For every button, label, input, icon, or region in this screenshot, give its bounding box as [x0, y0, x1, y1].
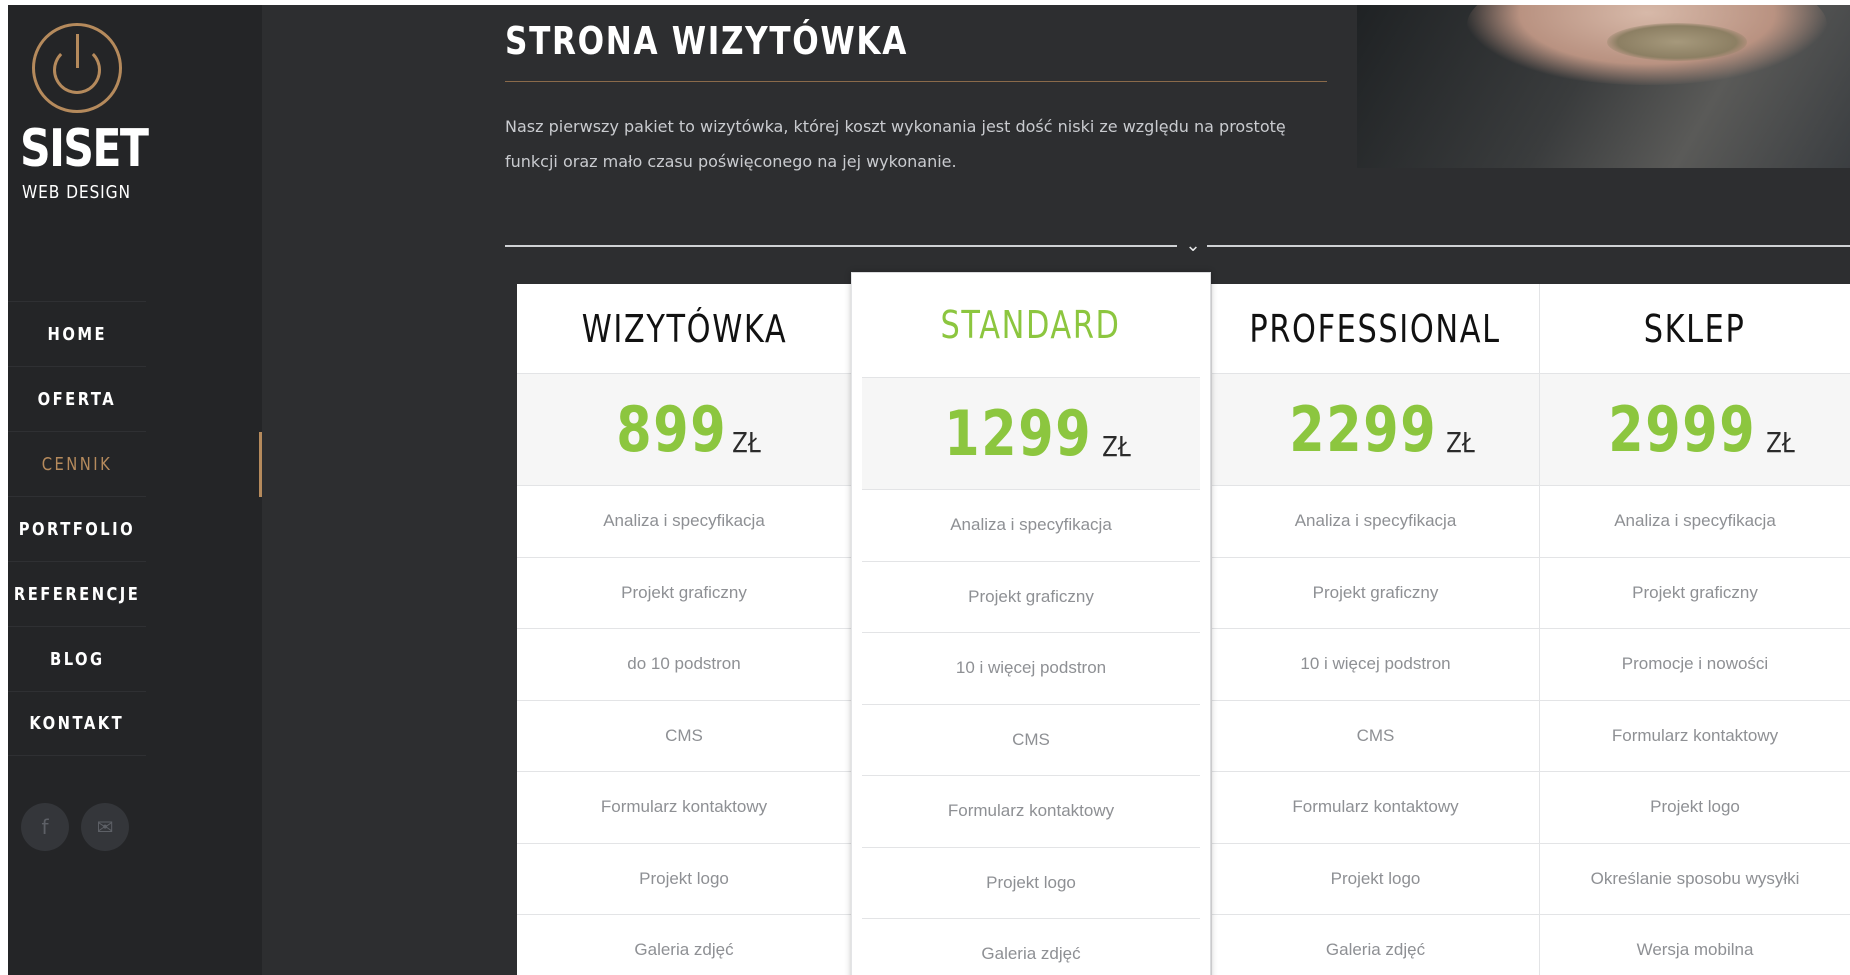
plan-name: SKLEP	[1540, 284, 1850, 374]
plan-feature: Analiza i specyfikacja	[1540, 486, 1850, 558]
plan-name: STANDARD	[862, 273, 1200, 378]
main-nav: HOME OFERTA CENNIK PORTFOLIO REFERENCJE …	[8, 301, 262, 756]
plan-name-text: PROFESSIONAL	[1249, 306, 1502, 351]
section-divider-right	[1207, 245, 1850, 247]
plan-feature: Projekt logo	[517, 844, 851, 915]
chevron-down-icon: ⌄	[1185, 235, 1201, 256]
plan-feature: Analiza i specyfikacja	[862, 490, 1200, 562]
title-underline	[505, 81, 1327, 82]
plan-price: 2299 ZŁ	[1212, 374, 1539, 486]
plan-feature: Wersja mobilna	[1540, 915, 1850, 975]
plan-price: 2999 ZŁ	[1540, 374, 1850, 486]
page-frame: SISET WEB DESIGN HOME OFERTA CENNIK PORT…	[0, 0, 1850, 975]
power-logo-icon[interactable]	[32, 23, 122, 113]
plan-feature: do 10 podstron	[517, 629, 851, 701]
power-stem	[76, 34, 79, 68]
plan-feature: Projekt logo	[1540, 772, 1850, 844]
plan-feature: Formularz kontaktowy	[1540, 701, 1850, 772]
price-currency: ZŁ	[732, 426, 762, 459]
plan-feature: Projekt graficzny	[862, 562, 1200, 633]
plan-feature: 10 i więcej podstron	[862, 633, 1200, 705]
nav-item-label: OFERTA	[37, 388, 117, 410]
nav-item-label: BLOG	[49, 648, 105, 670]
nav-item-referencje[interactable]: REFERENCJE	[8, 561, 146, 626]
brand-name[interactable]: SISET	[20, 123, 149, 175]
plan-feature: Projekt logo	[862, 848, 1200, 919]
price-amount: 899	[616, 393, 728, 466]
price-currency: ZŁ	[1765, 426, 1795, 459]
plan-feature: Promocje i nowości	[1540, 629, 1850, 701]
price-currency: ZŁ	[1446, 426, 1476, 459]
nav-item-blog[interactable]: BLOG	[8, 626, 146, 691]
plan-price: 1299 ZŁ	[862, 378, 1200, 490]
nav-item-label: PORTFOLIO	[18, 518, 136, 540]
plan-feature: Formularz kontaktowy	[1212, 772, 1539, 844]
nav-item-label: KONTAKT	[29, 713, 125, 734]
price-amount: 1299	[944, 397, 1093, 470]
page-title: STRONA WIZYTÓWKA	[505, 19, 908, 63]
plan-feature: CMS	[862, 705, 1200, 776]
plan-feature: Analiza i specyfikacja	[1212, 486, 1539, 558]
plan-feature: Galeria zdjęć	[862, 919, 1200, 975]
nav-item-cennik[interactable]: CENNIK	[8, 431, 262, 497]
plan-name: WIZYTÓWKA	[517, 284, 851, 374]
pricing-table: WIZYTÓWKA 899 ZŁ Analiza i specyfikacja P…	[517, 272, 1850, 975]
nav-item-label: REFERENCJE	[13, 583, 141, 605]
plan-feature: CMS	[1212, 701, 1539, 772]
plan-price: 899 ZŁ	[517, 374, 851, 486]
section-divider-left	[505, 245, 1177, 247]
facebook-icon[interactable]: f	[21, 803, 69, 851]
plan-feature: CMS	[517, 701, 851, 772]
plan-feature: Projekt graficzny	[517, 558, 851, 629]
plan-feature: 10 i więcej podstron	[1212, 629, 1539, 701]
nav-item-kontakt[interactable]: KONTAKT	[8, 691, 146, 756]
brand-subtitle: WEB DESIGN	[22, 182, 131, 203]
mail-icon[interactable]: ✉	[81, 803, 129, 851]
plan-feature: Galeria zdjęć	[1212, 915, 1539, 975]
plan-feature: Galeria zdjęć	[517, 915, 851, 975]
social-links: f ✉	[21, 803, 129, 851]
price-amount: 2299	[1289, 393, 1438, 466]
hero-image	[1357, 5, 1850, 168]
pricing-column-professional: PROFESSIONAL 2299 ZŁ Analiza i specyfikac…	[1211, 284, 1539, 975]
pricing-column-wizytowka: WIZYTÓWKA 899 ZŁ Analiza i specyfikacja P…	[517, 284, 851, 975]
coins-shape	[1607, 23, 1747, 61]
viewport: SISET WEB DESIGN HOME OFERTA CENNIK PORT…	[8, 5, 1850, 975]
nav-item-home[interactable]: HOME	[8, 301, 146, 366]
plan-feature: Formularz kontaktowy	[517, 772, 851, 844]
pricing-column-sklep: SKLEP 2999 ZŁ Analiza i specyfikacja Proj…	[1539, 284, 1850, 975]
sidebar: SISET WEB DESIGN HOME OFERTA CENNIK PORT…	[8, 5, 262, 975]
plan-feature: Określanie sposobu wysyłki	[1540, 844, 1850, 915]
price-amount: 2999	[1608, 393, 1757, 466]
plan-name: PROFESSIONAL	[1212, 284, 1539, 374]
plan-feature: Projekt graficzny	[1212, 558, 1539, 629]
nav-item-label: CENNIK	[41, 453, 113, 475]
plan-feature: Projekt graficzny	[1540, 558, 1850, 629]
intro-text: Nasz pierwszy pakiet to wizytówka, które…	[505, 117, 1286, 171]
plan-feature: Formularz kontaktowy	[862, 776, 1200, 848]
nav-item-portfolio[interactable]: PORTFOLIO	[8, 496, 146, 561]
nav-item-label: HOME	[47, 323, 107, 345]
price-currency: ZŁ	[1101, 430, 1131, 463]
plan-name-text: STANDARD	[940, 303, 1122, 347]
plan-name-text: SKLEP	[1644, 306, 1746, 351]
nav-item-oferta[interactable]: OFERTA	[8, 366, 146, 431]
plan-feature: Projekt logo	[1212, 844, 1539, 915]
plan-name-text: WIZYTÓWKA	[581, 306, 787, 351]
pricing-column-standard: STANDARD 1299 ZŁ Analiza i specyfikacja P…	[851, 272, 1211, 975]
plan-feature: Analiza i specyfikacja	[517, 486, 851, 558]
